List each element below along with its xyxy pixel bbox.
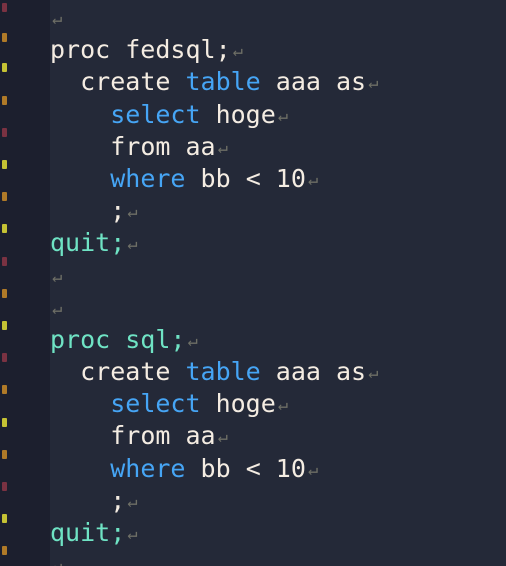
- return-mark-icon: ↵: [368, 363, 379, 384]
- return-mark-icon: ↵: [217, 427, 228, 448]
- editor-gutter[interactable]: [0, 0, 50, 566]
- code-token: proc fedsql;: [50, 35, 231, 65]
- code-token: hoge: [200, 99, 276, 129]
- code-token: hoge: [200, 389, 276, 419]
- code-token: bb < 10: [185, 453, 306, 483]
- return-mark-icon: ↵: [217, 137, 228, 158]
- code-token: ;: [110, 196, 126, 226]
- code-line[interactable]: from aa ↵: [50, 420, 506, 452]
- return-mark-icon: ↵: [232, 41, 243, 62]
- return-mark-icon: ↵: [52, 9, 63, 29]
- return-mark-icon: ↵: [307, 459, 319, 480]
- code-line[interactable]: from aa ↵: [50, 131, 506, 163]
- code-token: from aa: [110, 421, 216, 451]
- gutter-change-marker: [2, 514, 7, 523]
- return-mark-icon: ↵: [368, 73, 379, 94]
- code-line[interactable]: ↵: [50, 292, 506, 324]
- code-token: aaa as: [260, 67, 367, 97]
- code-line[interactable]: create table aaa as ↵: [50, 356, 506, 388]
- return-mark-icon: ↵: [52, 266, 63, 287]
- code-line[interactable]: select hoge ↵: [50, 99, 506, 131]
- return-mark-icon: ↵: [50, 556, 62, 566]
- return-mark-icon: ↵: [277, 105, 289, 126]
- code-line[interactable]: quit; ↵: [50, 517, 506, 549]
- gutter-change-marker: [2, 96, 7, 105]
- code-line[interactable]: where bb < 10 ↵: [50, 453, 506, 485]
- code-line[interactable]: ; ↵: [50, 485, 506, 517]
- return-mark-icon: ↵: [127, 491, 138, 512]
- gutter-change-marker: [2, 385, 7, 394]
- code-keyword: quit;: [50, 518, 126, 547]
- code-line[interactable]: ; ↵: [50, 195, 506, 227]
- gutter-change-marker: [2, 257, 7, 266]
- code-line[interactable]: select hoge ↵: [50, 388, 506, 420]
- gutter-change-marker: [2, 160, 7, 169]
- gutter-change-marker: [2, 321, 7, 330]
- code-keyword: quit;: [50, 228, 126, 258]
- return-mark-icon: ↵: [307, 169, 319, 190]
- code-keyword: select: [110, 389, 201, 419]
- code-line[interactable]: where bb < 10 ↵: [50, 163, 506, 195]
- gutter-change-marker: [2, 289, 7, 298]
- code-keyword: proc sql;: [50, 324, 186, 354]
- code-editor-window: ↵ proc fedsql; ↵ create table aaa as ↵ sele…: [0, 0, 506, 566]
- code-line[interactable]: ↵: [50, 549, 506, 566]
- gutter-change-marker: [2, 3, 7, 12]
- gutter-change-marker: [2, 353, 7, 362]
- code-keyword: select: [110, 99, 201, 129]
- code-line[interactable]: proc fedsql; ↵: [50, 34, 506, 66]
- code-line[interactable]: ↵: [50, 2, 506, 34]
- return-mark-icon: ↵: [127, 202, 138, 223]
- code-token: create: [80, 357, 186, 387]
- code-token: aaa as: [260, 357, 367, 387]
- gutter-change-marker: [2, 450, 7, 459]
- gutter-change-marker: [2, 224, 7, 233]
- code-token: bb < 10: [185, 163, 306, 193]
- code-line[interactable]: ↵: [50, 260, 506, 292]
- return-mark-icon: ↵: [127, 524, 138, 544]
- gutter-change-marker: [2, 128, 7, 137]
- code-token: ;: [110, 485, 126, 515]
- code-line[interactable]: proc sql; ↵: [50, 324, 506, 356]
- return-mark-icon: ↵: [187, 330, 198, 351]
- gutter-change-marker: [2, 63, 7, 72]
- code-token: create: [80, 67, 186, 97]
- code-keyword: where: [110, 163, 186, 193]
- gutter-change-marker: [2, 33, 7, 42]
- return-mark-icon: ↵: [52, 298, 63, 319]
- gutter-change-marker: [2, 482, 7, 491]
- return-mark-icon: ↵: [127, 234, 138, 255]
- return-mark-icon: ↵: [277, 395, 289, 416]
- code-token: from aa: [110, 131, 216, 161]
- gutter-change-marker: [2, 418, 7, 427]
- gutter-change-marker: [2, 192, 7, 201]
- code-line[interactable]: quit; ↵: [50, 227, 506, 259]
- editor-code-area[interactable]: ↵ proc fedsql; ↵ create table aaa as ↵ sele…: [50, 0, 506, 566]
- code-line[interactable]: create table aaa as ↵: [50, 66, 506, 98]
- code-keyword: table: [185, 357, 261, 387]
- code-keyword: table: [185, 67, 261, 97]
- gutter-change-marker: [2, 546, 7, 555]
- code-keyword: where: [110, 453, 186, 483]
